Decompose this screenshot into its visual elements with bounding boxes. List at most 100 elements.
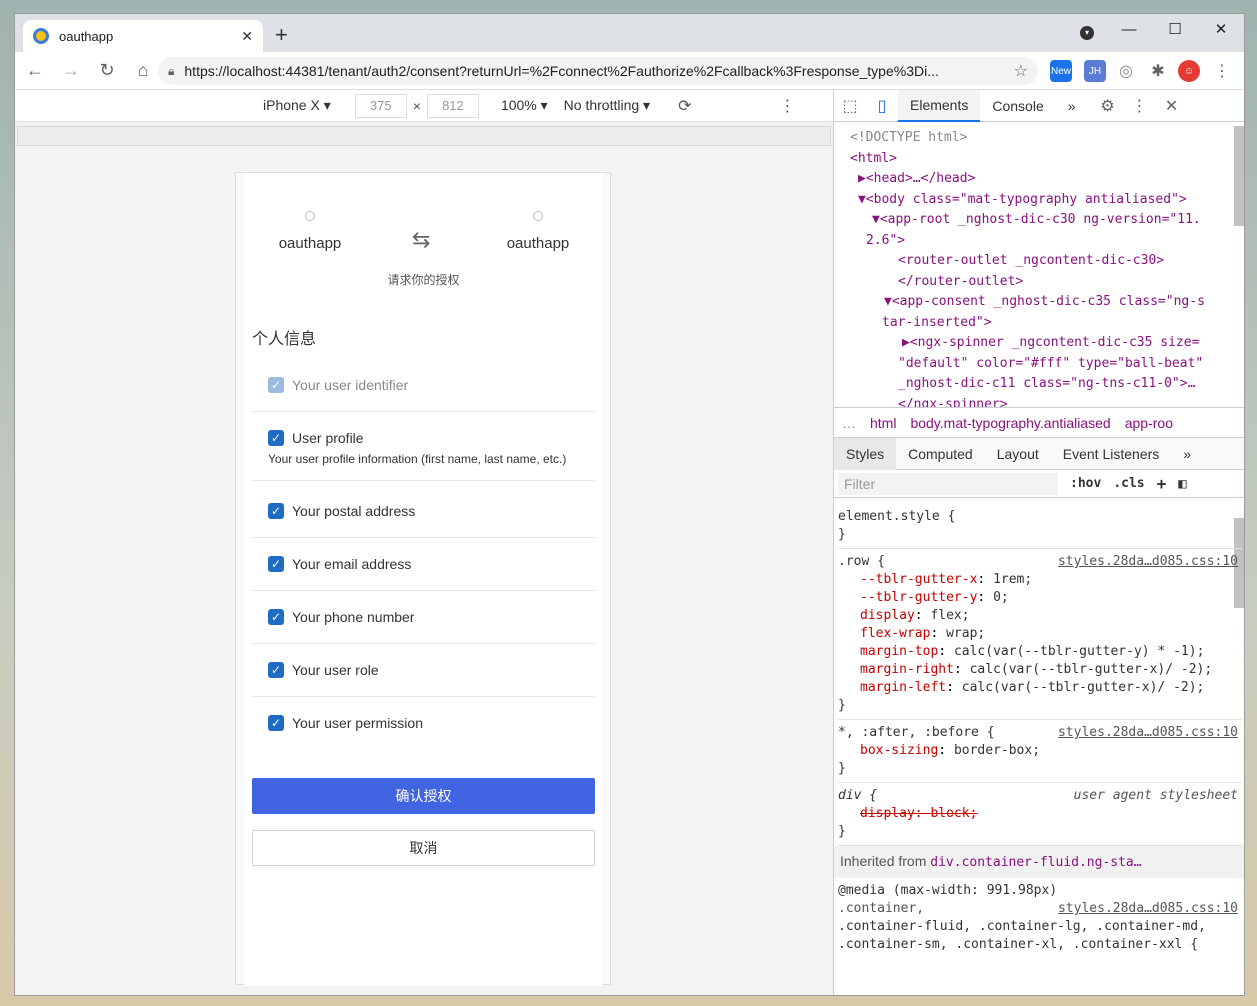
div-ua-rule[interactable]: div { user agent stylesheet display: blo…	[838, 783, 1242, 846]
throttling-select[interactable]: No throttling ▾	[564, 97, 650, 114]
dom-scrollbar[interactable]	[1234, 126, 1244, 226]
dom-node-line[interactable]: ▼<body class="mat-typography antialiased…	[850, 190, 1244, 211]
dom-node-line[interactable]: ▶<ngx-spinner _ngcontent-dic-c35 size=	[850, 333, 1244, 354]
inherited-from-link[interactable]: div.container-fluid.ng-sta…	[930, 855, 1141, 870]
inspect-element-icon[interactable]: ⬚	[834, 96, 866, 116]
css-declaration[interactable]: display: flex;	[838, 607, 1242, 625]
dom-node-line[interactable]: "default" color="#fff" type="ball-beat"	[850, 354, 1244, 375]
dom-tree[interactable]: <!DOCTYPE html> <html> ▶<head>…</head> ▼<bo…	[834, 122, 1244, 408]
height-input[interactable]: 812	[426, 93, 479, 118]
zoom-select[interactable]: 100% ▾	[501, 97, 548, 114]
extension-new-icon[interactable]: New	[1050, 60, 1072, 82]
row-rule[interactable]: .row { styles.28da…d085.css:10 --tblr-gu…	[838, 549, 1242, 720]
row-source-link[interactable]: styles.28da…d085.css:10	[1058, 553, 1238, 571]
media-source-link[interactable]: styles.28da…d085.css:10	[1058, 900, 1238, 918]
address-bar[interactable]: 🔒︎ https://localhost:44381/tenant/auth2/…	[158, 57, 1038, 85]
dom-node-line[interactable]: ▼<app-consent _nghost-dic-c35 class="ng-…	[850, 292, 1244, 313]
home-icon[interactable]: ⌂	[127, 55, 159, 87]
toggle-sidebar-icon[interactable]: ◧	[1178, 476, 1186, 492]
minimize-icon[interactable]: —	[1106, 14, 1152, 44]
cancel-button[interactable]: 取消	[252, 830, 595, 866]
scope-checkbox[interactable]: ✓	[268, 556, 284, 572]
prop-value: 1rem;	[993, 572, 1033, 587]
scope-row[interactable]: ✓ Your user identifier	[252, 359, 595, 411]
browser-menu-icon[interactable]: ⋮	[1211, 60, 1233, 82]
breadcrumb-item[interactable]: html	[870, 415, 896, 431]
device-select[interactable]: iPhone X ▾	[263, 97, 331, 114]
maximize-icon[interactable]: ☐	[1152, 14, 1198, 44]
styles-subtab[interactable]: »	[1171, 438, 1203, 470]
css-declaration[interactable]: --tblr-gutter-x: 1rem;	[838, 571, 1242, 589]
rotate-icon[interactable]: ⟳	[678, 96, 691, 116]
url-text[interactable]: https://localhost:44381/tenant/auth2/con…	[184, 63, 1013, 79]
scope-checkbox[interactable]: ✓	[268, 503, 284, 519]
device-more-icon[interactable]: ⋮	[779, 96, 795, 116]
scope-checkbox[interactable]: ✓	[268, 609, 284, 625]
prop-value: calc(var(--tblr-gutter-x)/ -2);	[969, 662, 1213, 677]
dom-node-line[interactable]: <html>	[850, 149, 1244, 170]
extensions-puzzle-icon[interactable]: ✱	[1147, 60, 1169, 82]
styles-subtab[interactable]: Computed	[896, 438, 985, 470]
profile-menu-icon[interactable]: ▾	[1080, 26, 1094, 40]
dom-node-line[interactable]: ▼<app-root _nghost-dic-c30 ng-version="1…	[850, 210, 1244, 231]
element-style-rule[interactable]: element.style { }	[838, 504, 1242, 549]
media-query-ruler[interactable]	[17, 126, 831, 146]
dom-node-line[interactable]: <!DOCTYPE html>	[850, 128, 1244, 149]
styles-subtab[interactable]: Event Listeners	[1051, 438, 1172, 470]
dom-node-line[interactable]: _nghost-dic-c11 class="ng-tns-c11-0">…	[850, 374, 1244, 395]
reload-icon[interactable]: ↻	[91, 55, 123, 87]
browser-tab[interactable]: oauthapp ✕	[23, 20, 263, 52]
device-name: iPhone X	[263, 97, 320, 113]
extension-circle-icon[interactable]: ◎	[1115, 60, 1137, 82]
scope-checkbox[interactable]: ✓	[268, 662, 284, 678]
css-declaration[interactable]: flex-wrap: wrap;	[838, 625, 1242, 643]
universal-source-link[interactable]: styles.28da…d085.css:10	[1058, 724, 1238, 742]
bookmark-star-icon[interactable]: ☆	[1014, 61, 1028, 81]
breadcrumb-item[interactable]: …	[842, 415, 856, 431]
devtools-menu-icon[interactable]: ⋮	[1124, 96, 1156, 116]
scope-row[interactable]: ✓ Your email address	[252, 538, 595, 590]
device-toggle-icon[interactable]: ▯	[866, 96, 898, 116]
media-rule[interactable]: @media (max-width: 991.98px) .container,…	[838, 878, 1242, 958]
scope-checkbox[interactable]: ✓	[268, 430, 284, 446]
tab-close-icon[interactable]: ✕	[241, 28, 253, 45]
dom-node-line[interactable]: 2.6">	[850, 231, 1244, 252]
close-devtools-icon[interactable]: ✕	[1156, 96, 1188, 116]
tab-console[interactable]: Console	[980, 90, 1055, 122]
css-declaration[interactable]: margin-left: calc(var(--tblr-gutter-x)/ …	[838, 679, 1242, 697]
add-rule-icon[interactable]: +	[1157, 474, 1167, 493]
styles-filter-input[interactable]: Filter	[838, 472, 1058, 495]
scope-row[interactable]: ✓ Your user permission	[252, 697, 595, 749]
new-tab-button[interactable]: +	[275, 22, 288, 48]
forward-icon[interactable]: →	[55, 55, 87, 87]
tab-elements[interactable]: Elements	[898, 89, 981, 122]
back-icon[interactable]: ←	[19, 55, 51, 87]
dom-node-line[interactable]: <router-outlet _ngcontent-dic-c30>	[850, 251, 1244, 272]
close-window-icon[interactable]: ✕	[1198, 14, 1244, 44]
scope-row[interactable]: ✓ Your user role	[252, 644, 595, 696]
breadcrumb-item[interactable]: app-roo	[1125, 415, 1173, 431]
breadcrumb-item[interactable]: body.mat-typography.antialiased	[910, 415, 1110, 431]
settings-gear-icon[interactable]: ⚙	[1092, 96, 1124, 116]
scope-row[interactable]: ✓ Your phone number	[252, 591, 595, 643]
hov-toggle[interactable]: :hov	[1070, 476, 1101, 491]
dom-node-line[interactable]: </router-outlet>	[850, 272, 1244, 293]
css-declaration[interactable]: margin-top: calc(var(--tblr-gutter-y) * …	[838, 643, 1242, 661]
confirm-button[interactable]: 确认授权	[252, 778, 595, 814]
cls-toggle[interactable]: .cls	[1113, 476, 1144, 491]
scope-checkbox[interactable]: ✓	[268, 715, 284, 731]
dom-node-line[interactable]: tar-inserted">	[850, 313, 1244, 334]
css-declaration[interactable]: margin-right: calc(var(--tblr-gutter-x)/…	[838, 661, 1242, 679]
dom-node-line[interactable]: ▶<head>…</head>	[850, 169, 1244, 190]
styles-subtab[interactable]: Layout	[985, 438, 1051, 470]
css-declaration[interactable]: --tblr-gutter-y: 0;	[838, 589, 1242, 607]
universal-rule[interactable]: *, :after, :before { styles.28da…d085.cs…	[838, 720, 1242, 783]
styles-subtab[interactable]: Styles	[834, 437, 897, 470]
width-input[interactable]: 375	[354, 93, 407, 118]
scope-item: ✓ Your phone number	[252, 591, 595, 644]
dom-node-line[interactable]: </ngx-spinner>	[850, 395, 1244, 408]
scope-row[interactable]: ✓ Your postal address	[252, 485, 595, 537]
extension-jh-icon[interactable]: JH	[1084, 60, 1106, 82]
profile-avatar[interactable]: ☺	[1178, 60, 1200, 82]
more-tabs-icon[interactable]: »	[1056, 90, 1088, 122]
